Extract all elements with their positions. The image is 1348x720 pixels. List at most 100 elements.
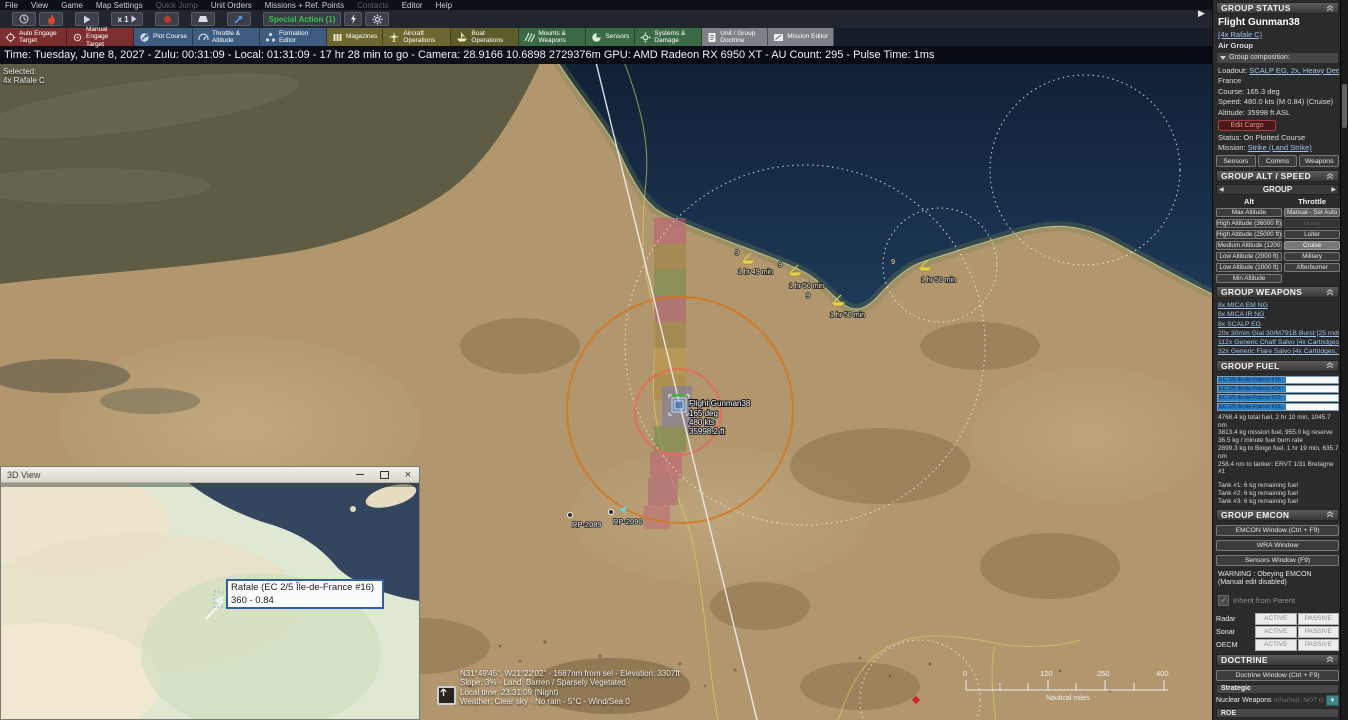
ribbon-mounts-weapons[interactable]: Mounts & Weapons [519,28,586,46]
collapse-icon[interactable] [1326,511,1334,518]
menu-file[interactable]: File [5,1,18,10]
ribbon-unit-group-doctrine[interactable]: Unit / Group Doctrine [702,28,768,46]
record-button[interactable] [155,12,179,26]
weapon-flare[interactable]: 32x Generic Flare Salvo [4x Cartridges, … [1218,348,1339,356]
mission-link[interactable]: Strike (Land Strike) [1248,143,1312,152]
menu-unit-orders[interactable]: Unit Orders [211,1,252,10]
3d-view-canvas[interactable]: Rafale (EC 2/5 Île-de-France #16) 360 - … [1,483,419,719]
menu-map-settings[interactable]: Map Settings [96,1,143,10]
throttle-loiter[interactable]: Loiter [1284,230,1340,240]
sidebar-toggle-arrow[interactable]: ▶ [1198,8,1205,19]
ribbon-mission-editor[interactable]: Mission Editor [768,28,834,46]
next-arrow-icon[interactable]: ▶ [1331,186,1336,193]
menu-help[interactable]: Help [436,1,452,10]
loadout-link[interactable]: SCALP EG, 2x, Heavy Deep Strike [1249,66,1339,75]
close-icon[interactable]: × [403,470,413,480]
collapse-icon[interactable] [1326,289,1334,296]
ribbon-throttle-altitude[interactable]: Throttle & Altitude [193,28,260,46]
collapse-icon[interactable] [1326,656,1334,663]
svg-text:250: 250 [1097,669,1110,678]
menu-missions-ref-points[interactable]: Missions + Ref. Points [265,1,344,10]
alt-low-2000[interactable]: Low Altitude (2000 ft) [1216,252,1282,262]
ribbon-formation-editor[interactable]: Formation Editor [260,28,327,46]
dropdown-icon[interactable]: ▼ [1326,695,1339,706]
lightning-button[interactable] [344,12,362,26]
3d-view-titlebar[interactable]: 3D View × [1,467,419,483]
collapse-icon[interactable] [1326,362,1334,369]
sensors-window-button[interactable]: Sensors Window (F9) [1216,555,1339,566]
doctrine-header[interactable]: DOCTRINE [1216,654,1339,666]
scenario-fire-button[interactable] [39,12,63,26]
ribbon-auto-engage-target[interactable]: Auto Engage Target [0,28,67,46]
group-alt-speed-header[interactable]: GROUP ALT / SPEED [1216,170,1339,182]
radar-active-button[interactable]: ACTIVE [1255,613,1297,625]
menu-view[interactable]: View [31,1,48,10]
play-button[interactable] [75,12,99,26]
gauge-icon [198,32,209,43]
ribbon-systems-damage[interactable]: Systems & Damage [635,28,702,46]
settings-button[interactable] [365,12,389,26]
game-clock-button[interactable] [12,12,36,26]
sonar-passive-button[interactable]: PASSIVE [1298,626,1340,638]
minimize-icon[interactable] [355,470,365,480]
oecm-active-button[interactable]: ACTIVE [1255,639,1297,651]
special-action-button[interactable]: Special Action (1) [263,12,341,26]
sidebar-scrollbar[interactable] [1340,0,1348,720]
throttle-cruise[interactable]: Cruise [1284,241,1340,251]
ribbon-label: Mission Editor [787,33,828,40]
doctrine-window-button[interactable]: Doctrine Window (Ctrl + F9) [1216,670,1339,681]
alt-low-1000[interactable]: Low Altitude (1000 ft) [1216,263,1282,273]
throttle-afterburner[interactable]: Afterburner [1284,263,1340,273]
panel-title: DOCTRINE [1221,655,1268,665]
ribbon-toolbar: Auto Engage Target Manual Engage Target … [0,28,834,46]
ribbon-manual-engage-target[interactable]: Manual Engage Target [67,28,134,46]
radar-passive-button[interactable]: PASSIVE [1298,613,1340,625]
wra-window-button[interactable]: WRA Window [1216,540,1339,551]
ribbon-plot-course[interactable]: Plot Course [134,28,193,46]
range-symbol-button[interactable] [191,12,215,26]
weapon-chaff[interactable]: 112x Generic Chaff Salvo [4x Cartridges] [1218,339,1339,347]
weapon-mica-em[interactable]: 8x MICA EM NG [1218,302,1339,310]
throttle-military[interactable]: Military [1284,252,1340,262]
alt-min[interactable]: Min Altitude [1216,274,1282,284]
group-status-header[interactable]: GROUP STATUS [1216,2,1339,14]
checkbox-checked-icon[interactable]: ✓ [1218,595,1229,606]
app-window: 9 1 hr 49 min 9 1 hr 50 min 9 1 hr 50 mi… [0,0,1348,720]
alt-medium[interactable]: Medium Altitude (1200 [1216,241,1282,251]
oecm-passive-button[interactable]: PASSIVE [1298,639,1340,651]
3d-view-window[interactable]: 3D View × [0,466,420,720]
throttle-manual-set-auto[interactable]: Manual - Set Auto [1284,208,1340,218]
edit-cargo-button[interactable]: Edit Cargo [1218,120,1276,131]
tab-sensors[interactable]: Sensors [1216,155,1256,167]
weapon-mica-ir[interactable]: 8x MICA IR NG [1218,311,1339,319]
weapon-scalp[interactable]: 8x SCALP EG [1218,321,1339,329]
maximize-icon[interactable] [379,470,389,480]
group-emcon-header[interactable]: GROUP EMCON [1216,509,1339,521]
ribbon-magazines[interactable]: Magazines [327,28,383,46]
menu-editor[interactable]: Editor [402,1,423,10]
ribbon-boat-operations[interactable]: Boat Operations [451,28,519,46]
tab-weapons[interactable]: Weapons [1299,155,1339,167]
throttle-hover: Hover [1284,219,1340,229]
group-composition-bar[interactable]: Group composition: [1216,52,1339,64]
alt-high-25000[interactable]: High Altitude (25000 ft) [1216,230,1282,240]
panel-title: GROUP EMCON [1221,510,1289,520]
collapse-icon[interactable] [1326,5,1334,12]
recenter-button[interactable] [437,686,456,705]
alt-high-36000[interactable]: High Altitude (36000 ft) [1216,219,1282,229]
ribbon-sensors[interactable]: Sensors [586,28,635,46]
scrollbar-thumb[interactable] [1342,84,1347,128]
group-weapons-header[interactable]: GROUP WEAPONS [1216,286,1339,298]
group-fuel-header[interactable]: GROUP FUEL [1216,360,1339,372]
time-compression-button[interactable]: x 1 [111,12,143,26]
collapse-icon[interactable] [1326,173,1334,180]
alt-max[interactable]: Max Altitude [1216,208,1282,218]
emcon-window-button[interactable]: EMCON Window (Ctrl + F9) [1216,525,1339,536]
menu-game[interactable]: Game [61,1,83,10]
tab-comms[interactable]: Comms [1258,155,1298,167]
group-class-link[interactable]: (4x Rafale C) [1218,30,1262,39]
jump-to-button[interactable] [227,12,251,26]
weapon-giat-burst[interactable]: 20x 30mm Giat 30/M791B Burst [25 rnds] [1218,330,1339,338]
ribbon-aircraft-operations[interactable]: Aircraft Operations [383,28,451,46]
sonar-active-button[interactable]: ACTIVE [1255,626,1297,638]
